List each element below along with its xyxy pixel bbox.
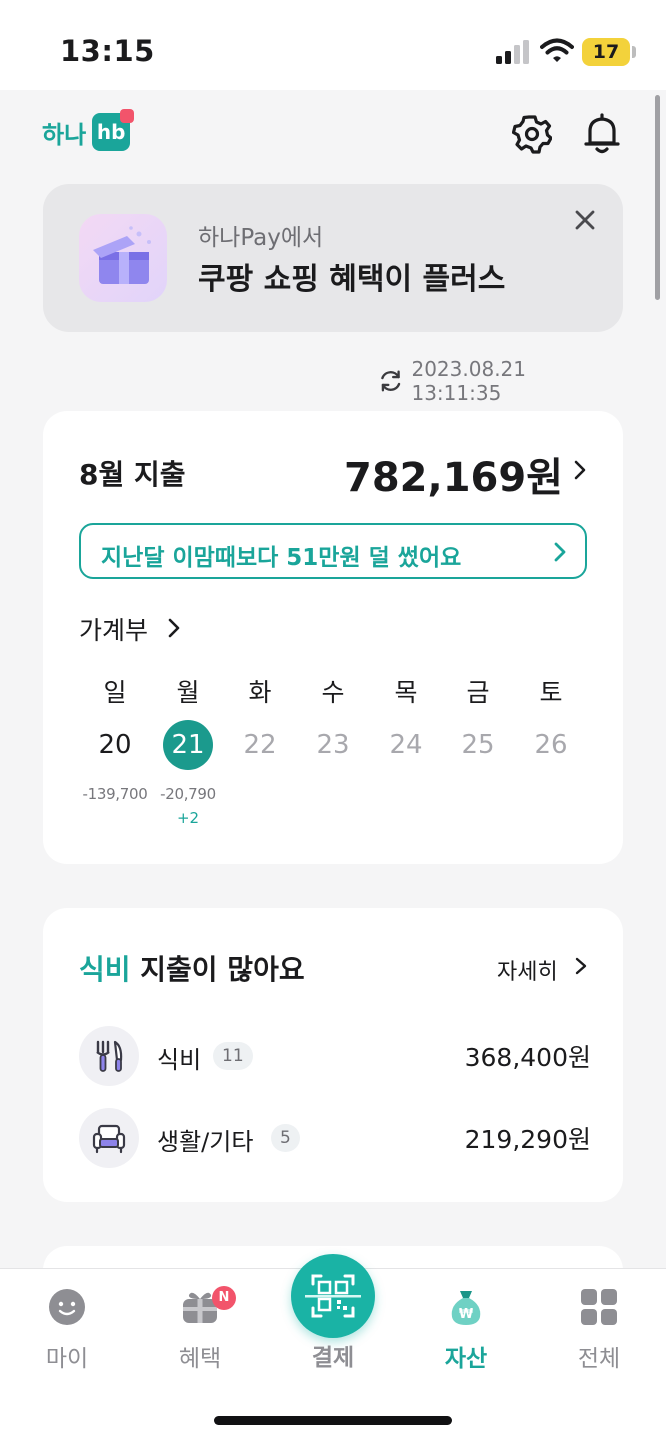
calendar-day-25[interactable]: 25: [453, 720, 503, 770]
grid-icon: [581, 1289, 617, 1325]
spending-title: 8월 지출: [79, 458, 186, 491]
weekday-sat: 토: [539, 678, 563, 707]
sync-timestamp: 2023.08.21 13:11:35: [411, 357, 526, 405]
calendar-day-23[interactable]: 23: [308, 720, 358, 770]
ledger-link[interactable]: 가계부: [79, 611, 148, 647]
details-link[interactable]: 자세히: [497, 954, 558, 986]
tab-assets[interactable]: ₩ 자산: [416, 1287, 516, 1372]
scrollbar[interactable]: [655, 95, 660, 300]
logo-dot: [120, 109, 135, 123]
calendar-day-26[interactable]: 26: [526, 720, 576, 770]
category-row-living[interactable]: 생활/기타 5 219,290원: [79, 1108, 591, 1168]
home-indicator[interactable]: [214, 1416, 452, 1425]
status-bar: 13:15 17: [0, 0, 666, 90]
category-card-title: 식비 지출이 많아요: [79, 948, 305, 988]
spending-card: 8월 지출 782,169원 지난달 이맘때보다 51만원 덜 썼어요 가계부 …: [43, 411, 623, 864]
battery-tip: [632, 46, 636, 58]
category-name: 식비: [157, 1046, 202, 1074]
armchair-icon: [79, 1108, 139, 1168]
chevron-right-icon[interactable]: [165, 617, 183, 639]
qr-scan-icon: [305, 1274, 361, 1318]
app-header: 하나 hb: [0, 90, 666, 180]
category-count-badge: 5: [271, 1124, 300, 1152]
day-extra-count-21: +2: [176, 809, 200, 827]
category-name: 생활/기타: [157, 1128, 254, 1156]
category-amount: 219,290원: [464, 1125, 591, 1154]
bell-icon[interactable]: [582, 112, 622, 156]
status-time: 13:15: [60, 34, 155, 68]
tab-label: 마이: [45, 1346, 89, 1372]
calendar-day-22[interactable]: 22: [235, 720, 285, 770]
comparison-banner[interactable]: 지난달 이맘때보다 51만원 덜 썼어요: [79, 523, 587, 579]
refresh-icon[interactable]: [378, 368, 403, 394]
weekday-thu: 목: [394, 678, 418, 707]
chevron-right-icon[interactable]: [571, 459, 589, 481]
gear-icon[interactable]: [512, 112, 552, 156]
category-card: 식비 지출이 많아요 자세히 식비 11 368,400원 생활/기타 5 21…: [43, 908, 623, 1202]
logo-text: 하나: [42, 120, 87, 149]
calendar-day-21-selected[interactable]: 21: [163, 720, 213, 770]
category-row-food[interactable]: 식비 11 368,400원: [79, 1026, 591, 1086]
new-badge: N: [212, 1286, 236, 1310]
gift-box-icon: [79, 214, 167, 302]
tab-label: 혜택: [178, 1346, 222, 1372]
weekday-sun: 일: [103, 678, 127, 707]
tab-label: 전체: [577, 1346, 621, 1372]
tab-all[interactable]: 전체: [549, 1287, 649, 1372]
wifi-icon: [540, 38, 574, 62]
money-bag-icon: ₩: [451, 1291, 481, 1325]
weekday-wed: 수: [321, 678, 345, 707]
tab-my[interactable]: 마이: [17, 1287, 117, 1372]
promo-subtitle: 하나Pay에서: [198, 225, 324, 251]
tab-label: 자산: [444, 1346, 488, 1372]
category-title-rest: 지출이 많아요: [130, 953, 305, 986]
close-icon[interactable]: [573, 208, 597, 232]
weekday-tue: 화: [248, 678, 272, 707]
logo-mark: hb: [92, 109, 135, 151]
chevron-right-icon: [554, 542, 566, 562]
promo-banner[interactable]: 하나Pay에서 쿠팡 쇼핑 혜택이 플러스: [43, 184, 623, 332]
spending-amount[interactable]: 782,169원: [343, 445, 563, 503]
utensils-icon: [79, 1026, 139, 1086]
battery-level: 17: [592, 41, 620, 63]
comparison-text: 지난달 이맘때보다 51만원 덜 썼어요: [101, 545, 462, 571]
weekday-fri: 금: [466, 678, 490, 707]
calendar-day-20[interactable]: 20: [90, 720, 140, 770]
category-highlight: 식비: [79, 953, 131, 986]
pay-label: 결제: [311, 1345, 355, 1371]
battery-icon: 17: [582, 38, 630, 66]
svg-text:₩: ₩: [459, 1307, 474, 1322]
cellular-signal-icon: [496, 40, 529, 64]
day-expense-21: -20,790: [160, 785, 216, 803]
category-amount: 368,400원: [464, 1043, 591, 1072]
promo-title: 쿠팡 쇼핑 혜택이 플러스: [198, 262, 506, 297]
weekday-mon: 월: [176, 678, 200, 707]
pay-button[interactable]: [291, 1254, 375, 1338]
category-count-badge: 11: [213, 1042, 253, 1070]
logo-mark-text: hb: [96, 120, 126, 144]
app-logo: 하나 hb: [42, 109, 135, 154]
chevron-right-icon[interactable]: [573, 956, 589, 976]
face-icon: [49, 1289, 85, 1325]
calendar-day-24[interactable]: 24: [381, 720, 431, 770]
sync-status[interactable]: 2023.08.21 13:11:35: [378, 357, 618, 405]
